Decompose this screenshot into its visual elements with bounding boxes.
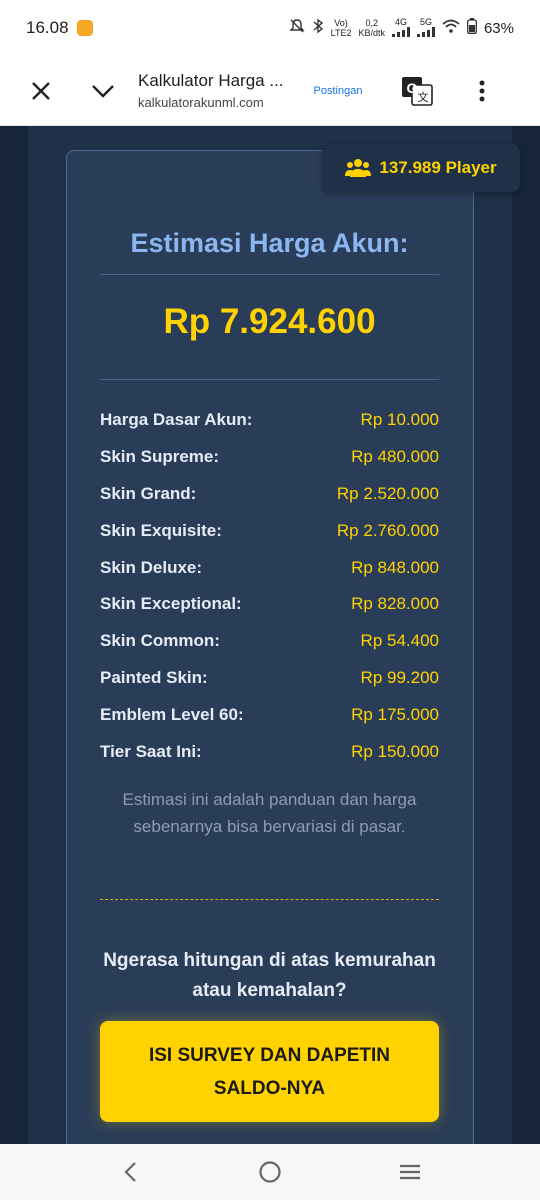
signal-bars-icon: [416, 27, 435, 37]
row-value: Rp 2.760.000: [336, 520, 439, 540]
row-value: Rp 10.000: [360, 410, 439, 430]
battery-level: 63%: [483, 19, 514, 37]
status-right: Vo) LTE2 0,2 KB/dtk 4G 5G 63%: [288, 17, 514, 39]
player-count: 137.989 Player: [379, 158, 497, 177]
row-label: Emblem Level 60:: [100, 704, 244, 724]
browser-toolbar: Kalkulator Harga ... kalkulatorakunml.co…: [0, 56, 540, 126]
page-content: 137.989 Player Estimasi Harga Akun: Rp 7…: [0, 126, 540, 1144]
volte-label: Vo): [334, 18, 348, 28]
row-label: Skin Grand:: [100, 483, 197, 503]
nav-home-button[interactable]: [240, 1144, 300, 1200]
breakdown-row: Harga Dasar Akun: Rp 10.000: [100, 402, 439, 439]
volte-indicator: Vo) LTE2: [331, 18, 352, 38]
breakdown-row: Emblem Level 60: Rp 175.000: [100, 696, 439, 733]
survey-question: Ngerasa hitungan di atas kemurahan atau …: [103, 950, 436, 1001]
page-url: kalkulatorakunml.com: [138, 95, 264, 110]
signal-2: 5G: [416, 17, 435, 39]
status-bar: 16.08 Vo) LTE2 0,2 KB/dtk 4G 5G 63%: [0, 0, 540, 56]
divider: [100, 274, 439, 275]
back-icon: [124, 1162, 136, 1182]
status-time: 16.08: [26, 18, 69, 37]
nav-recents-button[interactable]: [380, 1144, 440, 1200]
row-value: Rp 150.000: [351, 741, 439, 761]
row-value: Rp 480.000: [351, 447, 439, 467]
player-count-badge: 137.989 Player: [322, 144, 520, 192]
translate-icon: G 文: [402, 76, 433, 106]
more-options-button[interactable]: [457, 56, 507, 126]
divider: [100, 379, 439, 380]
dashed-divider: [100, 899, 439, 900]
more-vertical-icon: [479, 80, 485, 101]
estimate-title: Estimasi Harga Akun:: [130, 228, 409, 258]
translate-button[interactable]: G 文: [377, 56, 457, 126]
network-speed: 0,2 KB/dtk: [358, 18, 385, 38]
disclaimer-note: Estimasi ini adalah panduan dan harga se…: [122, 790, 417, 836]
breakdown-row: Skin Grand: Rp 2.520.000: [100, 476, 439, 513]
breakdown-row: Skin Deluxe: Rp 848.000: [100, 549, 439, 586]
lte-label: LTE2: [330, 28, 352, 38]
home-icon: [259, 1161, 281, 1183]
address-block[interactable]: Kalkulator Harga ... kalkulatorakunml.co…: [134, 71, 299, 110]
nav-back-button[interactable]: [100, 1144, 160, 1200]
svg-text:G: G: [407, 80, 418, 96]
row-label: Harga Dasar Akun:: [100, 410, 253, 430]
row-value: Rp 828.000: [351, 594, 439, 614]
row-label: Skin Exquisite:: [100, 520, 222, 540]
row-label: Skin Supreme:: [100, 447, 220, 467]
row-label: Painted Skin:: [100, 667, 208, 687]
recents-icon: [400, 1164, 420, 1180]
signal-1: 4G: [391, 17, 410, 39]
row-value: Rp 99.200: [360, 667, 439, 687]
net2-label: 5G: [419, 17, 432, 27]
collapse-button[interactable]: [72, 56, 134, 126]
breakdown-row: Tier Saat Ini: Rp 150.000: [100, 733, 439, 770]
survey-button[interactable]: ISI SURVEY DAN DAPETIN SALDO-NYA: [100, 1021, 439, 1122]
row-value: Rp 175.000: [351, 704, 439, 724]
svg-text:文: 文: [418, 90, 429, 104]
row-value: Rp 2.520.000: [336, 483, 439, 503]
close-icon: [32, 81, 50, 100]
row-value: Rp 54.400: [360, 631, 439, 651]
status-left: 16.08: [26, 18, 93, 38]
signal-bars-icon: [391, 27, 410, 37]
page-title: Kalkulator Harga ...: [138, 71, 284, 90]
net1-label: 4G: [394, 17, 407, 27]
breakdown-row: Skin Exceptional: Rp 828.000: [100, 586, 439, 623]
breakdown-row: Skin Common: Rp 54.400: [100, 623, 439, 660]
system-nav-bar: [0, 1144, 540, 1200]
users-icon: [345, 159, 372, 177]
chevron-down-icon: [92, 84, 114, 98]
speed-unit: KB/dtk: [358, 28, 385, 38]
bluetooth-icon: [312, 18, 324, 38]
row-label: Skin Deluxe:: [100, 557, 203, 577]
postingan-link[interactable]: Postingan: [299, 85, 377, 97]
price-breakdown: Harga Dasar Akun: Rp 10.000 Skin Supreme:…: [100, 402, 439, 770]
breakdown-row: Painted Skin: Rp 99.200: [100, 660, 439, 697]
mute-icon: [288, 18, 305, 38]
row-label: Skin Exceptional:: [100, 594, 242, 614]
row-value: Rp 848.000: [351, 557, 439, 577]
breakdown-row: Skin Supreme: Rp 480.000: [100, 439, 439, 476]
battery-icon: [467, 18, 477, 38]
app-notification-icon: [76, 20, 93, 36]
estimate-total: Rp 7.924.600: [163, 302, 376, 341]
breakdown-row: Skin Exquisite: Rp 2.760.000: [100, 512, 439, 549]
speed-value: 0,2: [365, 18, 378, 28]
close-button[interactable]: [10, 56, 72, 126]
row-label: Tier Saat Ini:: [100, 741, 202, 761]
wifi-icon: [442, 19, 460, 37]
row-label: Skin Common:: [100, 631, 220, 651]
